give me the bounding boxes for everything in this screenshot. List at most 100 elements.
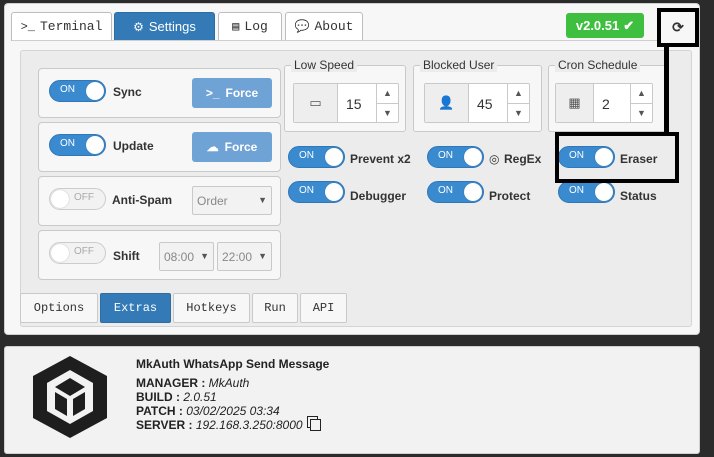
cogs-icon: ⚙ — [133, 19, 144, 34]
switch-state: ON — [438, 150, 453, 161]
regex-switch[interactable]: ON — [427, 146, 484, 168]
select-value: Order — [197, 193, 228, 208]
prevent-x2-label: Prevent x2 — [350, 152, 411, 166]
tab-about[interactable]: 💬 About — [285, 12, 363, 41]
antispam-switch[interactable]: OFF — [49, 188, 106, 210]
low-speed-legend: Low Speed — [291, 58, 358, 72]
regex-label: RegEx — [504, 152, 542, 166]
chevron-up-icon[interactable]: ▲ — [508, 84, 529, 103]
cron-schedule-input[interactable]: ▦ 2 ▲ ▼ — [555, 83, 653, 123]
switch-knob — [51, 244, 69, 262]
tab-settings-label: Settings — [148, 19, 196, 34]
cron-schedule-group: Cron Schedule ▦ 2 ▲ ▼ — [548, 58, 668, 132]
tab-run-label: Run — [264, 301, 286, 315]
sync-force-button[interactable]: >_ Force — [192, 78, 272, 108]
shift-label: Shift — [113, 249, 140, 263]
chevron-up-icon[interactable]: ▲ — [631, 84, 652, 103]
patch-value: 03/02/2025 03:34 — [186, 404, 280, 418]
server-row: SERVER : 192.168.3.250:8000 — [136, 418, 321, 432]
battery-icon: ▭ — [294, 84, 338, 122]
sync-card: ON Sync >_ Force — [38, 68, 281, 118]
switch-knob — [86, 82, 104, 100]
tab-options[interactable]: Options — [20, 293, 98, 323]
sync-switch[interactable]: ON — [49, 80, 106, 102]
highlight-connector — [664, 46, 669, 134]
update-force-button[interactable]: ☁ Force — [192, 132, 272, 162]
antispam-card: OFF Anti-Spam Order ▼ — [38, 176, 281, 226]
shift-from-select[interactable]: 08:00 ▼ — [159, 242, 214, 271]
tab-api[interactable]: API — [300, 293, 347, 323]
chevron-down-icon: ▼ — [200, 251, 209, 261]
copy-icon[interactable] — [309, 419, 321, 431]
build-value: 2.0.51 — [183, 390, 217, 404]
cloud-download-icon: ☁ — [206, 140, 219, 154]
number-stepper[interactable]: ▲ ▼ — [630, 84, 652, 122]
tab-terminal-label: Terminal — [39, 19, 103, 34]
app-logo-icon — [33, 356, 107, 438]
refresh-button[interactable]: ⟳ — [657, 8, 699, 47]
tab-extras[interactable]: Extras — [100, 293, 171, 323]
antispam-label: Anti-Spam — [112, 193, 172, 207]
tab-run[interactable]: Run — [252, 293, 298, 323]
switch-state: ON — [438, 185, 453, 196]
switch-knob — [325, 148, 343, 166]
cron-schedule-value: 2 — [602, 96, 610, 112]
switch-knob — [86, 136, 104, 154]
prevent-x2-switch[interactable]: ON — [288, 146, 345, 168]
comment-icon: 💬 — [294, 20, 310, 34]
blocked-user-input[interactable]: 👤 45 ▲ ▼ — [424, 83, 530, 123]
build-row: BUILD : 2.0.51 — [136, 390, 217, 404]
force-label: Force — [225, 86, 259, 100]
select-value: 08:00 — [164, 249, 195, 264]
switch-state: ON — [60, 138, 75, 149]
low-speed-group: Low Speed ▭ 15 ▲ ▼ — [284, 58, 406, 132]
shift-switch[interactable]: OFF — [49, 242, 106, 264]
list-icon: ▤ — [232, 20, 240, 34]
number-stepper[interactable]: ▲ ▼ — [376, 84, 398, 122]
blocked-user-group: Blocked User 👤 45 ▲ ▼ — [413, 58, 542, 132]
build-label: BUILD : — [136, 390, 180, 404]
switch-knob — [325, 183, 343, 201]
number-stepper[interactable]: ▲ ▼ — [507, 84, 529, 122]
switch-state: ON — [569, 185, 584, 196]
server-label: SERVER : — [136, 418, 193, 432]
tab-hotkeys[interactable]: Hotkeys — [173, 293, 250, 323]
tab-log[interactable]: ▤ Log — [218, 12, 282, 41]
user-times-icon: 👤 — [425, 84, 469, 122]
low-speed-value: 15 — [346, 96, 362, 112]
sync-label: Sync — [113, 85, 142, 99]
debugger-switch[interactable]: ON — [288, 181, 345, 203]
check-icon: ✔ — [623, 17, 635, 33]
calendar-icon: ▦ — [556, 84, 594, 122]
tab-log-label: Log — [244, 19, 268, 34]
chevron-up-icon[interactable]: ▲ — [377, 84, 398, 103]
antispam-select[interactable]: Order ▼ — [192, 186, 272, 215]
whatsapp-icon: ◎ — [489, 152, 500, 166]
switch-state: OFF — [74, 246, 94, 257]
settings-panel: >_ Terminal ⚙ Settings ▤ Log 💬 About v2.… — [4, 3, 700, 335]
select-value: 22:00 — [222, 249, 253, 264]
update-switch[interactable]: ON — [49, 134, 106, 156]
chevron-down-icon[interactable]: ▼ — [508, 103, 529, 122]
tab-settings[interactable]: ⚙ Settings — [114, 12, 215, 41]
force-label: Force — [224, 140, 258, 154]
status-switch[interactable]: ON — [558, 181, 615, 203]
terminal-icon: >_ — [205, 86, 220, 100]
terminal-icon: >_ — [20, 19, 35, 34]
server-value: 192.168.3.250:8000 — [195, 418, 303, 432]
update-label: Update — [113, 139, 154, 153]
low-speed-input[interactable]: ▭ 15 ▲ ▼ — [293, 83, 399, 123]
manager-value: MkAuth — [208, 376, 250, 390]
shift-to-select[interactable]: 22:00 ▼ — [217, 242, 272, 271]
protect-switch[interactable]: ON — [427, 181, 484, 203]
tab-terminal[interactable]: >_ Terminal — [11, 12, 112, 41]
switch-state: ON — [299, 150, 314, 161]
chevron-down-icon[interactable]: ▼ — [631, 103, 652, 122]
manager-label: MANAGER : — [136, 376, 206, 390]
cron-schedule-legend: Cron Schedule — [555, 58, 641, 72]
blocked-user-value: 45 — [477, 96, 493, 112]
chevron-down-icon[interactable]: ▼ — [377, 103, 398, 122]
tab-divider — [12, 40, 692, 41]
version-badge[interactable]: v2.0.51 ✔ — [566, 13, 644, 38]
version-label: v2.0.51 — [575, 18, 620, 33]
